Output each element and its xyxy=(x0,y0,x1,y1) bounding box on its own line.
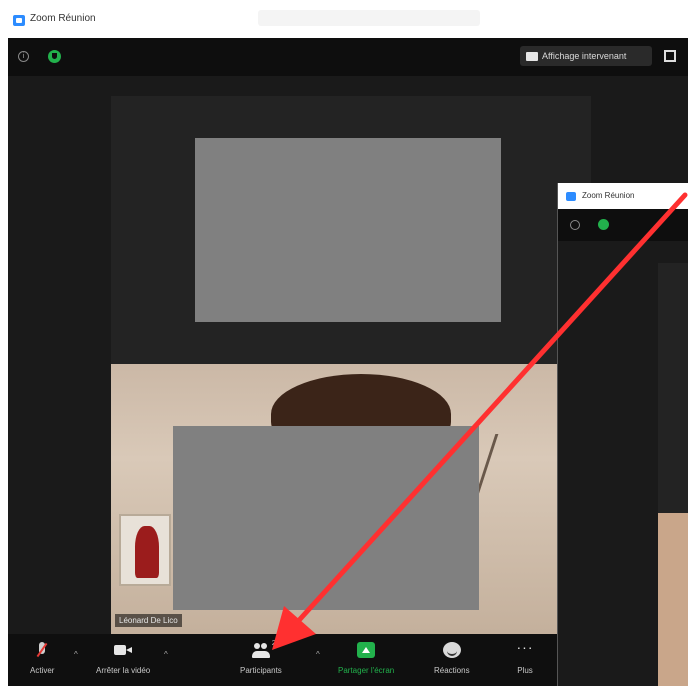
window-title: Zoom Réunion xyxy=(30,13,96,24)
second-window-top-bar xyxy=(558,209,688,241)
info-icon[interactable] xyxy=(570,220,580,230)
speaker-view-label: Affichage intervenant xyxy=(542,51,627,61)
zoom-app-icon xyxy=(13,15,25,26)
participants-options-caret[interactable]: ^ xyxy=(316,650,320,659)
camera-icon xyxy=(114,642,133,658)
grid-icon xyxy=(526,51,538,61)
titlebar-blank-area xyxy=(258,10,480,26)
participants-icon: 2 xyxy=(251,640,276,658)
shield-icon[interactable] xyxy=(598,219,609,230)
reactions-button[interactable]: Réactions xyxy=(434,642,470,682)
second-window-video-tile xyxy=(658,263,688,513)
speaker-view-button[interactable]: Affichage intervenant xyxy=(520,46,652,66)
second-window-title: Zoom Réunion xyxy=(582,191,635,200)
stop-video-label: Arrêter la vidéo xyxy=(96,666,151,675)
fullscreen-icon[interactable] xyxy=(664,50,676,62)
participant-name-label: Léonard De Lico xyxy=(115,614,182,627)
more-button[interactable]: ··· Plus xyxy=(516,639,534,682)
zoom-app-icon xyxy=(566,192,576,201)
unmute-button[interactable]: Activer xyxy=(30,642,54,682)
info-icon[interactable]: i xyxy=(18,51,29,62)
redacted-area xyxy=(173,426,479,610)
audio-options-caret[interactable]: ^ xyxy=(74,650,78,659)
second-window-video-photo xyxy=(658,513,688,686)
share-screen-label: Partager l'écran xyxy=(338,666,395,675)
more-label: Plus xyxy=(517,666,533,675)
unmute-label: Activer xyxy=(30,666,55,675)
video-tile-top xyxy=(111,96,591,366)
second-zoom-window[interactable]: Zoom Réunion xyxy=(557,183,688,686)
wall-poster xyxy=(119,514,171,586)
second-window-titlebar: Zoom Réunion xyxy=(558,183,688,209)
video-tile-participant: Léonard De Lico xyxy=(111,364,561,634)
meeting-top-bar: i Affichage intervenant xyxy=(8,38,688,76)
shield-icon[interactable] xyxy=(48,50,61,63)
participants-button[interactable]: 2 Participants xyxy=(240,640,282,682)
mic-muted-icon xyxy=(33,642,51,658)
video-options-caret[interactable]: ^ xyxy=(164,650,168,659)
participants-label: Participants xyxy=(240,666,282,675)
more-icon: ··· xyxy=(516,639,534,655)
reactions-label: Réactions xyxy=(434,666,470,675)
participants-count: 2 xyxy=(271,640,276,647)
window-titlebar: Zoom Réunion xyxy=(0,0,688,38)
share-screen-button[interactable]: Partager l'écran xyxy=(338,642,394,682)
redacted-area xyxy=(195,138,501,322)
reactions-icon xyxy=(442,642,461,658)
share-screen-icon xyxy=(357,642,376,658)
stop-video-button[interactable]: Arrêter la vidéo xyxy=(96,642,150,682)
